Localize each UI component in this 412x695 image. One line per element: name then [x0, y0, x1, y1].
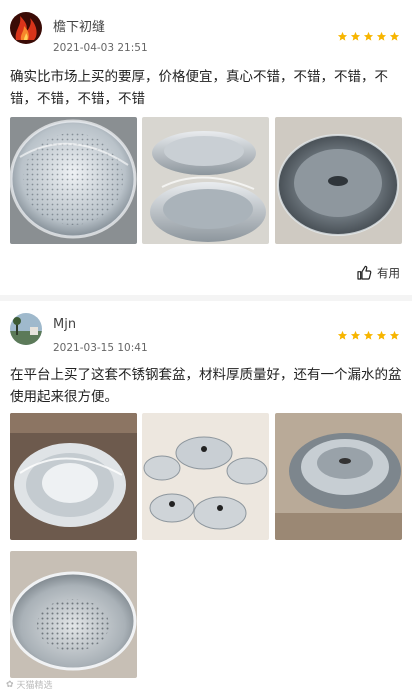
review-date: 2021-03-15 10:41	[53, 342, 148, 354]
avatar[interactable]	[10, 12, 42, 44]
rating-stars	[337, 330, 400, 341]
watermark-text: 天猫精选	[16, 681, 53, 691]
review-photo[interactable]	[10, 413, 137, 540]
review-card: Mjn 2021-03-15 10:41 在平台上买了这套不锈钢套盆，材料厚质量…	[0, 301, 412, 695]
review-photo[interactable]	[142, 117, 269, 244]
review-photo[interactable]	[142, 413, 269, 540]
star-icon	[337, 31, 348, 41]
rating-stars	[337, 31, 400, 42]
watermark: ✿ 天猫精选	[6, 678, 53, 692]
review-date: 2021-04-03 21:51	[53, 42, 148, 54]
star-icon	[363, 31, 374, 41]
helpful-button[interactable]: 有用	[356, 265, 400, 281]
star-icon	[363, 330, 374, 340]
username[interactable]: Mjn	[53, 317, 76, 332]
star-icon	[389, 31, 400, 41]
review-card: 檐下初缝 2021-04-03 21:51 确实比市场上买的要厚，价格便宜，真心…	[0, 0, 412, 300]
thumbs-up-icon	[357, 265, 372, 280]
review-photo[interactable]	[275, 117, 402, 244]
review-photo[interactable]	[10, 551, 137, 678]
star-icon	[350, 31, 361, 41]
star-icon	[337, 330, 348, 340]
username[interactable]: 檐下初缝	[53, 16, 105, 35]
logo-icon: ✿	[6, 679, 14, 690]
review-text: 确实比市场上买的要厚，价格便宜，真心不错，不错，不错，不错，不错，不错，不错	[10, 69, 388, 107]
helpful-label: 有用	[377, 266, 400, 280]
star-icon	[376, 330, 387, 340]
review-photo[interactable]	[10, 117, 137, 244]
review-text: 在平台上买了这套不锈钢套盆，材料厚质量好，还有一个漏水的盆使用起来很方便。	[10, 367, 402, 405]
avatar[interactable]	[10, 313, 42, 345]
star-icon	[350, 330, 361, 340]
star-icon	[376, 31, 387, 41]
star-icon	[389, 330, 400, 340]
review-photo[interactable]	[275, 413, 402, 540]
